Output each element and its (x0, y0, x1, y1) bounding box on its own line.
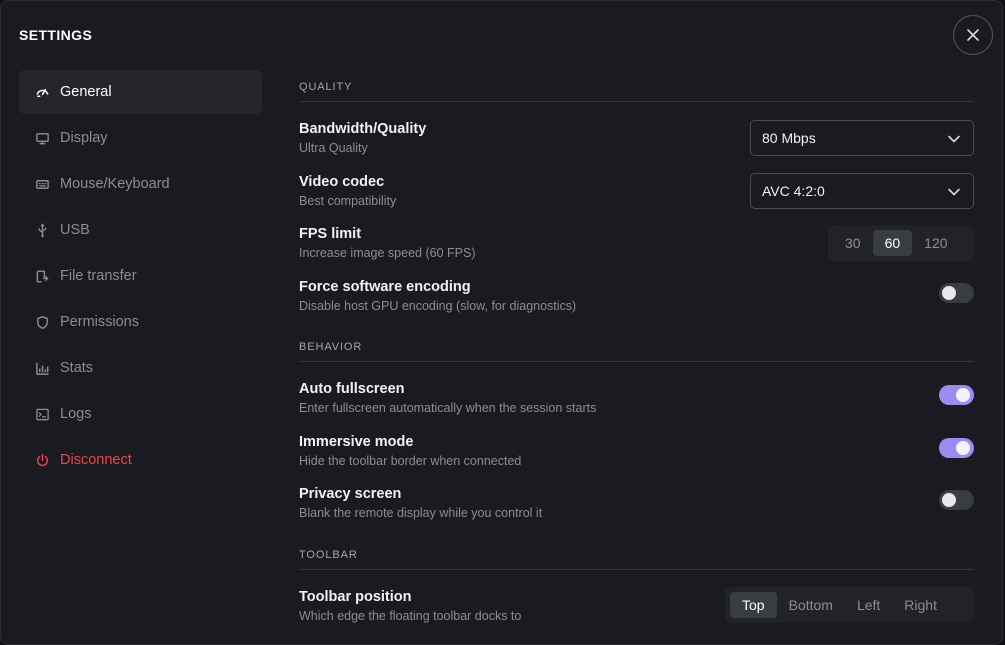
toggle-knob (942, 493, 956, 507)
sidebar-item-general[interactable]: General (19, 70, 262, 114)
setting-subtitle: Which edge the floating toolbar docks to (299, 609, 522, 623)
bar-chart-icon (34, 360, 50, 376)
toolbar-position-right[interactable]: Right (892, 592, 949, 618)
usb-icon (34, 222, 50, 238)
settings-window: SETTINGS General Display Mouse/Keyboard (0, 0, 1003, 645)
chevron-down-icon (948, 188, 960, 196)
privacy-screen-toggle[interactable] (939, 490, 974, 510)
video-codec-select[interactable]: AVC 4:2:0 (750, 173, 974, 209)
file-transfer-icon (34, 268, 50, 284)
bandwidth-select[interactable]: 80 Mbps (750, 120, 974, 156)
close-icon (967, 29, 979, 41)
sidebar-item-disconnect[interactable]: Disconnect (19, 438, 262, 482)
setting-title: Video codec (299, 174, 385, 190)
fps-option-60[interactable]: 60 (872, 230, 913, 256)
software-encoding-toggle[interactable] (939, 283, 974, 303)
close-button[interactable] (953, 15, 993, 55)
toggle-knob (956, 441, 970, 455)
setting-row-toolbar-position: Toolbar position Which edge the floating… (299, 587, 974, 633)
sidebar-nav: General Display Mouse/Keyboard USB File … (19, 70, 262, 484)
keyboard-icon (34, 176, 50, 192)
sidebar-item-label: Disconnect (60, 452, 132, 468)
toolbar-position-top[interactable]: Top (730, 592, 777, 618)
immersive-mode-toggle[interactable] (939, 438, 974, 458)
setting-subtitle: Disable host GPU encoding (slow, for dia… (299, 299, 577, 313)
toolbar-position-left[interactable]: Left (845, 592, 892, 618)
fps-option-30[interactable]: 30 (833, 230, 873, 256)
fps-option-120[interactable]: 120 (912, 230, 959, 256)
monitor-icon (34, 130, 50, 146)
setting-row-immersive-mode: Immersive mode Hide the toolbar border w… (299, 434, 974, 478)
setting-subtitle: Enter fullscreen automatically when the … (299, 401, 597, 415)
terminal-icon (34, 406, 50, 422)
toggle-knob (942, 286, 956, 300)
toggle-knob (956, 388, 970, 402)
power-icon (34, 452, 50, 468)
sidebar-item-label: USB (60, 222, 90, 238)
sidebar-item-stats[interactable]: Stats (19, 346, 262, 390)
sidebar-item-label: Stats (60, 360, 94, 376)
setting-row-bandwidth: Bandwidth/Quality Ultra Quality 80 Mbps (299, 120, 974, 165)
sidebar-item-usb[interactable]: USB (19, 208, 262, 252)
sidebar-item-label: Display (60, 130, 108, 146)
setting-subtitle: Ultra Quality (299, 141, 368, 155)
sidebar-item-file-transfer[interactable]: File transfer (19, 254, 262, 298)
setting-subtitle: Increase image speed (60 FPS) (299, 246, 476, 260)
sidebar-item-label: File transfer (60, 268, 137, 284)
sidebar-item-logs[interactable]: Logs (19, 392, 262, 436)
sidebar-item-label: Logs (60, 406, 92, 422)
toolbar-position-segmented-control: Top Bottom Left Right (725, 587, 974, 623)
sidebar-item-permissions[interactable]: Permissions (19, 300, 262, 344)
fps-segmented-control: 30 60 120 (828, 225, 974, 261)
setting-title: Immersive mode (299, 434, 414, 450)
shield-icon (34, 314, 50, 330)
sidebar-item-label: General (60, 84, 112, 100)
section-heading-behavior: BEHAVIOR (299, 341, 974, 362)
setting-subtitle: Blank the remote display while you contr… (299, 506, 543, 520)
setting-title: Privacy screen (299, 486, 402, 502)
window-title: SETTINGS (19, 27, 93, 43)
sidebar-item-label: Permissions (60, 314, 139, 330)
auto-fullscreen-toggle[interactable] (939, 385, 974, 405)
setting-title: Auto fullscreen (299, 381, 405, 397)
section-heading-quality: QUALITY (299, 81, 974, 102)
setting-subtitle: Best compatibility (299, 194, 397, 208)
setting-row-software-encoding: Force software encoding Disable host GPU… (299, 279, 974, 323)
setting-row-privacy-screen: Privacy screen Blank the remote display … (299, 486, 974, 530)
sidebar-item-label: Mouse/Keyboard (60, 176, 170, 192)
sidebar-item-display[interactable]: Display (19, 116, 262, 160)
setting-subtitle: Hide the toolbar border when connected (299, 454, 522, 468)
chevron-down-icon (948, 135, 960, 143)
sidebar-item-mouse-keyboard[interactable]: Mouse/Keyboard (19, 162, 262, 206)
select-value: 80 Mbps (762, 130, 816, 146)
setting-title: Toolbar position (299, 589, 412, 605)
section-heading-toolbar: TOOLBAR (299, 549, 974, 570)
toolbar-position-bottom[interactable]: Bottom (777, 592, 845, 618)
setting-row-video-codec: Video codec Best compatibility AVC 4:2:0 (299, 173, 974, 218)
gauge-icon (34, 84, 50, 100)
setting-title: Force software encoding (299, 279, 471, 295)
setting-row-fps-limit: FPS limit Increase image speed (60 FPS) … (299, 225, 974, 270)
select-value: AVC 4:2:0 (762, 183, 825, 199)
setting-row-auto-fullscreen: Auto fullscreen Enter fullscreen automat… (299, 381, 974, 425)
setting-title: FPS limit (299, 226, 362, 242)
setting-title: Bandwidth/Quality (299, 121, 427, 137)
